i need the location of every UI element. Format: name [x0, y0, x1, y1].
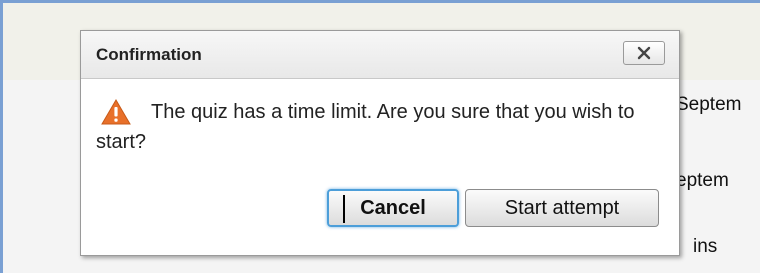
start-attempt-button[interactable]: Start attempt	[465, 189, 659, 227]
dialog-actions: Cancel Start attempt	[327, 189, 659, 227]
confirmation-dialog: Confirmation The quiz has a time limit. …	[80, 30, 680, 256]
dialog-header: Confirmation	[81, 31, 679, 79]
dialog-body: The quiz has a time limit. Are you sure …	[96, 97, 666, 157]
start-attempt-button-label: Start attempt	[504, 196, 620, 219]
screen: Septem eptem ins Confirmation The quiz h…	[0, 0, 760, 273]
background-text-3: ins	[693, 236, 718, 257]
cancel-button-label: Cancel	[360, 196, 426, 219]
warning-triangle-icon	[101, 99, 131, 130]
dialog-title: Confirmation	[96, 45, 202, 64]
background-text-2: eptem	[676, 170, 729, 191]
background-text-1: Septem	[676, 94, 742, 115]
text-caret	[343, 195, 345, 223]
dialog-message: The quiz has a time limit. Are you sure …	[96, 101, 635, 153]
close-button[interactable]	[623, 41, 665, 65]
close-icon	[637, 46, 651, 60]
cancel-button[interactable]: Cancel	[327, 189, 459, 227]
